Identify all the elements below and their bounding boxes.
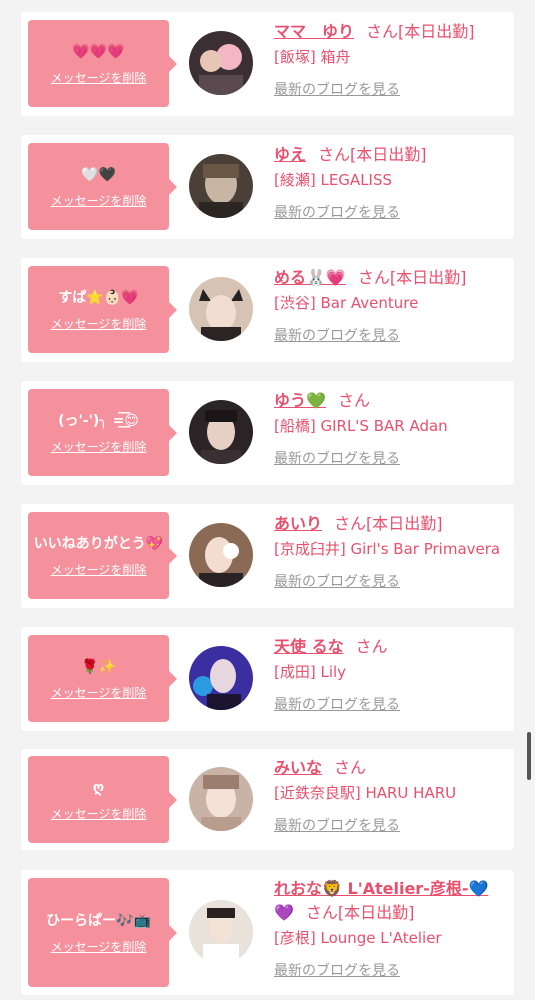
list-item: いいねありがとう💖 メッセージを削除 あいり さん[本日出勤] [京成臼井] Gi…: [21, 504, 514, 608]
list-item: ღ メッセージを削除 みいな さん [近鉄奈良駅] HARU HARU 最新のブロ…: [21, 749, 514, 850]
avatar[interactable]: [189, 646, 253, 710]
avatar-image: [189, 523, 253, 587]
message-text: 🤍🖤: [81, 167, 116, 183]
cast-info: あいり さん[本日出勤] [京成臼井] Girl's Bar Primavera …: [274, 512, 508, 592]
list-item: 💗💗💗 メッセージを削除 ママ ゆり さん[本日出勤] [飯塚] 箱舟 最新のブロ…: [21, 12, 514, 116]
latest-blog-link[interactable]: 最新のブログを見る: [274, 80, 508, 100]
message-bubble: 🤍🖤 メッセージを削除: [28, 143, 177, 230]
cast-info: みいな さん [近鉄奈良駅] HARU HARU 最新のブログを見る: [274, 756, 508, 836]
latest-blog-link[interactable]: 最新のブログを見る: [274, 816, 508, 836]
message-text: 💗💗💗: [72, 44, 125, 60]
cast-info: れおな🦁 L'Atelier-彦根-💙 💜 さん[本日出勤] [彦根] Loung…: [274, 877, 508, 981]
list-item: ひーらぱー🎶📺 メッセージを削除 れおな🦁 L'Atelier-彦根-💙 💜 さん…: [21, 870, 514, 995]
cast-status: さん[本日出勤]: [305, 903, 415, 922]
shop-label: [京成臼井] Girl's Bar Primavera: [274, 540, 501, 558]
cast-status: さん[本日出勤]: [366, 22, 475, 41]
cast-info: ママ ゆり さん[本日出勤] [飯塚] 箱舟 最新のブログを見る: [274, 20, 508, 100]
shop-label: [船橋] GIRL'S BAR Adan: [274, 417, 448, 435]
message-bubble: 🌹✨ メッセージを削除: [28, 635, 177, 722]
avatar-image: [189, 646, 253, 710]
avatar-image: [189, 31, 253, 95]
list-item: 🌹✨ メッセージを削除 天使 るな さん [成田] Lily 最新のブログを見る: [21, 627, 514, 731]
message-text: いいねありがとう💖: [33, 536, 164, 552]
shop-label: [近鉄奈良駅] HARU HARU: [274, 784, 457, 802]
avatar-image: [189, 767, 253, 831]
cast-name-link[interactable]: あいり: [274, 514, 322, 533]
delete-message-link[interactable]: メッセージを削除: [51, 438, 147, 455]
message-text: (っ'-')╮ =͟͟͞͞😊: [58, 413, 139, 429]
delete-message-link[interactable]: メッセージを削除: [51, 684, 147, 701]
avatar[interactable]: [189, 767, 253, 831]
cast-status: さん: [337, 391, 370, 410]
cast-name-link[interactable]: 天使 るな: [274, 637, 344, 656]
avatar-image: [189, 154, 253, 218]
message-text: すぱ⭐️👶🏻💗: [58, 290, 139, 306]
scrollbar[interactable]: [527, 732, 531, 780]
avatar[interactable]: [189, 277, 253, 341]
message-bubble: 💗💗💗 メッセージを削除: [28, 20, 177, 107]
message-text: 🌹✨: [81, 659, 116, 675]
cast-name-link[interactable]: ゆう💚: [274, 391, 326, 410]
heart-icon: 💜: [274, 903, 294, 922]
delete-message-link[interactable]: メッセージを削除: [51, 69, 147, 86]
cast-info: ゆう💚 さん [船橋] GIRL'S BAR Adan 最新のブログを見る: [274, 389, 508, 469]
message-text: ღ: [92, 780, 105, 796]
latest-blog-link[interactable]: 最新のブログを見る: [274, 449, 508, 469]
latest-blog-link[interactable]: 最新のブログを見る: [274, 695, 508, 715]
shop-label: [飯塚] 箱舟: [274, 48, 351, 66]
cast-name-link[interactable]: める🐰💗: [274, 268, 346, 287]
delete-message-link[interactable]: メッセージを削除: [51, 938, 147, 955]
cast-info: 天使 るな さん [成田] Lily 最新のブログを見る: [274, 635, 508, 715]
message-bubble: (っ'-')╮ =͟͟͞͞😊 メッセージを削除: [28, 389, 177, 476]
cast-status: さん: [355, 637, 388, 656]
avatar[interactable]: [189, 154, 253, 218]
cast-name-link[interactable]: ゆえ: [274, 145, 306, 164]
latest-blog-link[interactable]: 最新のブログを見る: [274, 203, 508, 223]
avatar-image: [189, 277, 253, 341]
cast-info: める🐰💗 さん[本日出勤] [渋谷] Bar Aventure 最新のブログを見る: [274, 266, 508, 346]
list-item: 🤍🖤 メッセージを削除 ゆえ さん[本日出勤] [綾瀬] LEGALISS 最新の…: [21, 135, 514, 239]
cast-name-link[interactable]: みいな: [274, 758, 322, 777]
message-bubble: いいねありがとう💖 メッセージを削除: [28, 512, 177, 599]
delete-message-link[interactable]: メッセージを削除: [51, 315, 147, 332]
message-bubble: ღ メッセージを削除: [28, 756, 177, 843]
cast-name-link[interactable]: れおな🦁 L'Atelier-彦根-💙: [274, 879, 488, 898]
delete-message-link[interactable]: メッセージを削除: [51, 561, 147, 578]
delete-message-link[interactable]: メッセージを削除: [51, 805, 147, 822]
cast-info: ゆえ さん[本日出勤] [綾瀬] LEGALISS 最新のブログを見る: [274, 143, 508, 223]
message-text: ひーらぱー🎶📺: [46, 913, 151, 929]
cast-status: さん[本日出勤]: [318, 145, 427, 164]
message-bubble: すぱ⭐️👶🏻💗 メッセージを削除: [28, 266, 177, 353]
latest-blog-link[interactable]: 最新のブログを見る: [274, 572, 508, 592]
list-item: すぱ⭐️👶🏻💗 メッセージを削除 める🐰💗 さん[本日出勤] [渋谷] Bar A…: [21, 258, 514, 362]
avatar[interactable]: [189, 31, 253, 95]
avatar-image: [189, 900, 253, 964]
cast-name-link[interactable]: ママ ゆり: [274, 22, 354, 41]
list-item: (っ'-')╮ =͟͟͞͞😊 メッセージを削除 ゆう💚 さん [船橋] GIRL'…: [21, 381, 514, 485]
avatar[interactable]: [189, 400, 253, 464]
cast-status: さん[本日出勤]: [334, 514, 443, 533]
shop-label: [彦根] Lounge L'Atelier: [274, 929, 442, 947]
shop-label: [渋谷] Bar Aventure: [274, 294, 419, 312]
latest-blog-link[interactable]: 最新のブログを見る: [274, 961, 508, 981]
cast-status: さん: [334, 758, 367, 777]
avatar[interactable]: [189, 523, 253, 587]
message-bubble: ひーらぱー🎶📺 メッセージを削除: [28, 878, 177, 987]
shop-label: [成田] Lily: [274, 663, 347, 681]
avatar-image: [189, 400, 253, 464]
delete-message-link[interactable]: メッセージを削除: [51, 192, 147, 209]
avatar[interactable]: [189, 900, 253, 964]
shop-label: [綾瀬] LEGALISS: [274, 171, 393, 189]
latest-blog-link[interactable]: 最新のブログを見る: [274, 326, 508, 346]
cast-status: さん[本日出勤]: [357, 268, 467, 287]
